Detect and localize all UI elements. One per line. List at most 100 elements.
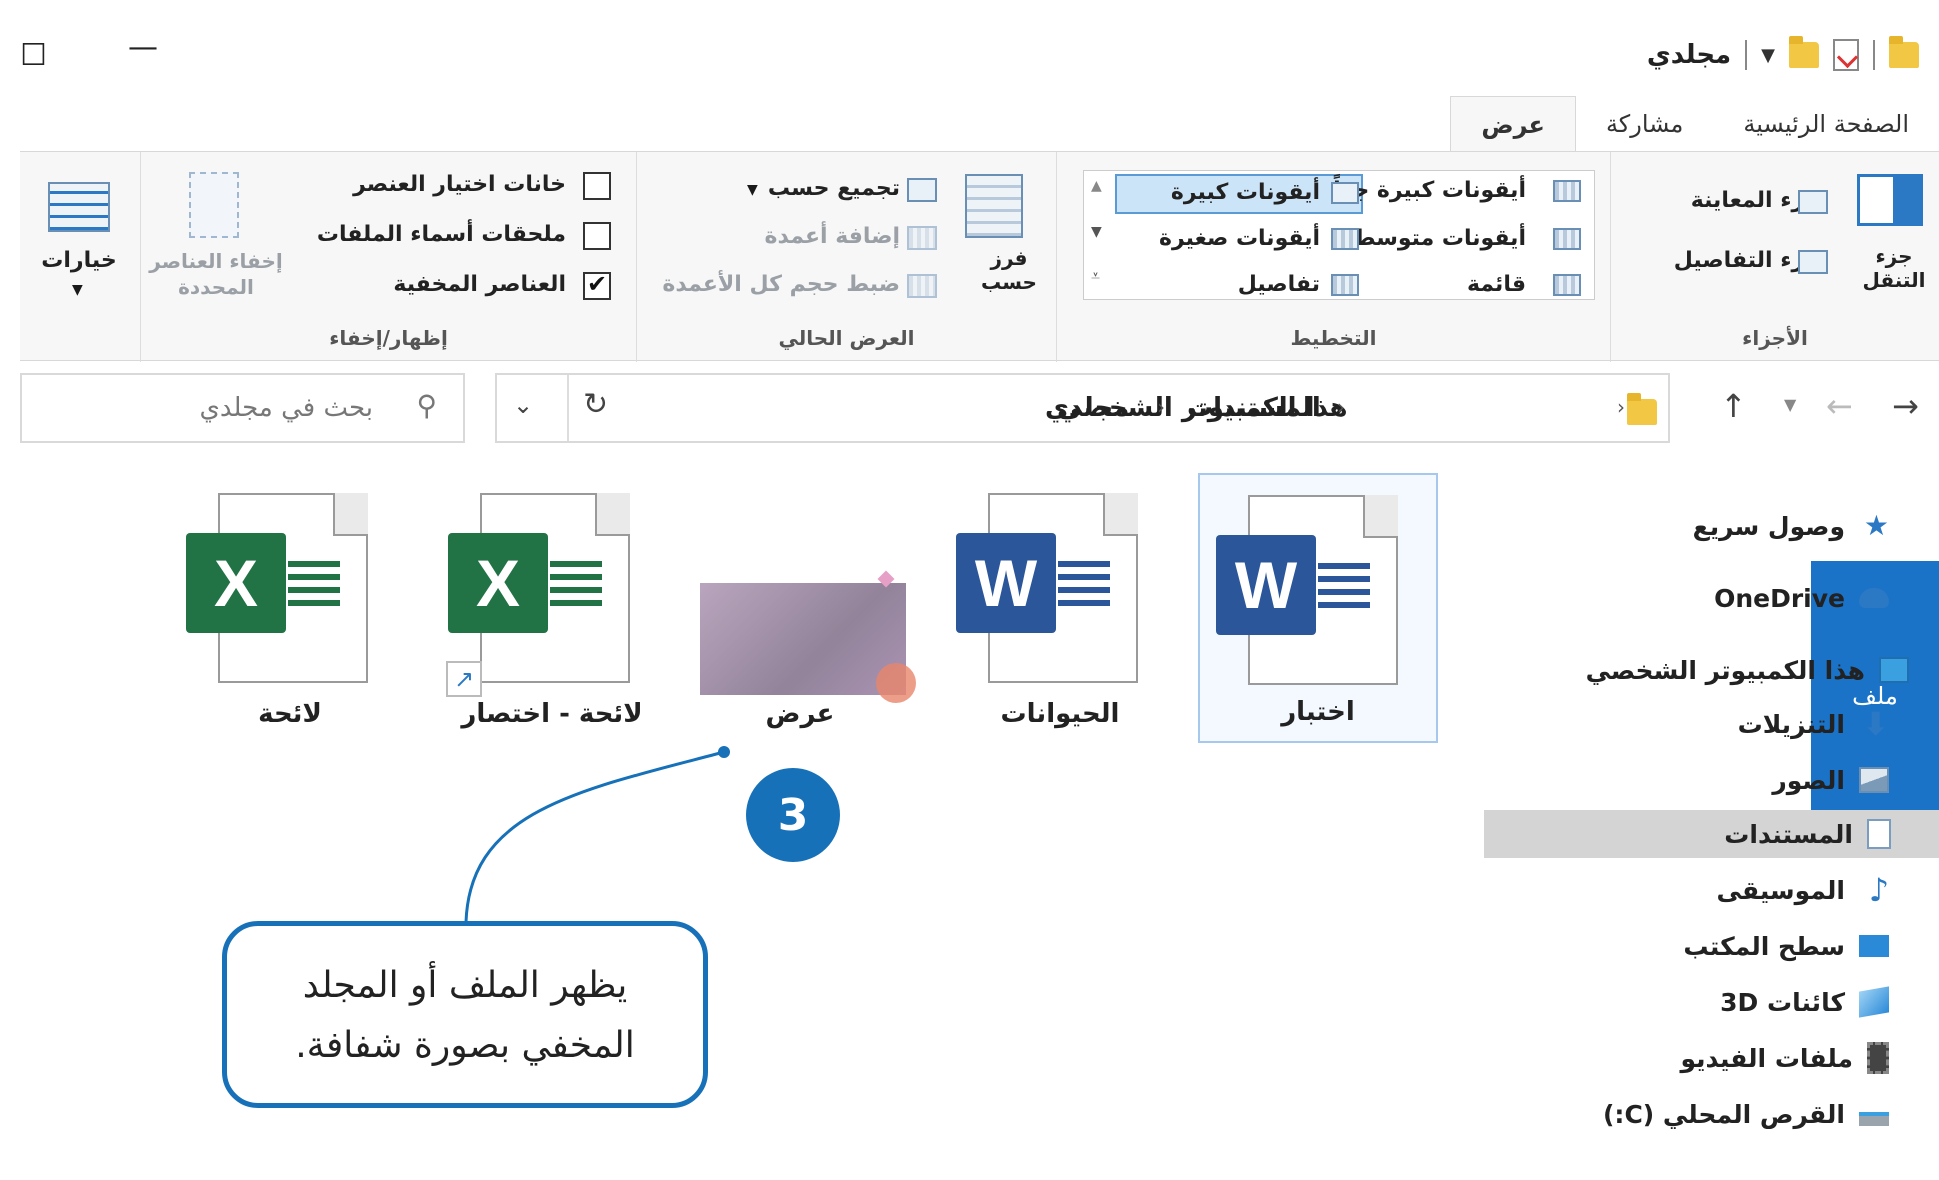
maximize-button[interactable]: ☐ bbox=[20, 38, 47, 73]
list-icon bbox=[1553, 274, 1581, 296]
gallery-scroll-down-icon[interactable]: ▼ bbox=[1091, 224, 1102, 240]
breadcrumb-documents[interactable]: المستندات bbox=[1187, 393, 1321, 423]
options-dropdown-icon[interactable]: ▼ bbox=[72, 282, 83, 298]
page-fold bbox=[1363, 495, 1398, 538]
file-item-animals[interactable]: W الحيوانات bbox=[940, 473, 1180, 743]
layout-group-label: التخطيط bbox=[1290, 326, 1377, 350]
navigation-pane-icon[interactable] bbox=[1857, 174, 1923, 226]
large-icons-option[interactable]: أيقونات كبيرة bbox=[1171, 180, 1320, 205]
list-option[interactable]: قائمة bbox=[1467, 272, 1526, 297]
breadcrumb-my-folder[interactable]: مجلدي bbox=[1045, 393, 1129, 423]
word-icon: W bbox=[956, 533, 1056, 633]
address-dropdown-icon[interactable]: ⌄ bbox=[513, 391, 533, 419]
group-by-button[interactable]: تجميع حسب bbox=[768, 176, 900, 201]
details-option[interactable]: تفاصيل bbox=[1238, 272, 1320, 297]
group-by-dropdown-icon[interactable]: ▼ bbox=[747, 182, 758, 198]
documents-icon bbox=[1867, 819, 1891, 849]
excel-lines-icon bbox=[288, 561, 340, 613]
breadcrumb-separator: › bbox=[1617, 395, 1625, 419]
navigation-pane: ★ وصول سريع OneDrive هذا الكمبيوتر الشخص… bbox=[1484, 478, 1939, 1178]
tab-share[interactable]: مشاركة bbox=[1576, 96, 1713, 152]
video-icon bbox=[1867, 1042, 1889, 1074]
word-lines-icon bbox=[1058, 561, 1110, 613]
ribbon-tabs: ملف الصفحة الرئيسية مشاركة عرض bbox=[1450, 96, 1939, 831]
group-by-icon bbox=[907, 178, 937, 202]
customize-toolbar-icon[interactable]: ▼ bbox=[1761, 45, 1775, 66]
file-name: الحيوانات bbox=[1000, 699, 1120, 729]
toolbar-separator bbox=[1873, 40, 1875, 70]
item-checkboxes-label: خانات اختيار العنصر bbox=[353, 172, 566, 197]
forward-icon[interactable]: ← bbox=[1826, 387, 1853, 425]
sidebar-item-quick-access[interactable]: ★ وصول سريع bbox=[1693, 502, 1889, 550]
sidebar-item-music[interactable]: ♪ الموسيقى bbox=[1717, 866, 1889, 914]
shortcut-arrow-icon: ↗ bbox=[446, 661, 482, 697]
extra-large-icons-option[interactable]: أيقونات كبيرة جداً bbox=[1333, 178, 1526, 203]
add-columns-button[interactable]: إضافة أعمدة bbox=[765, 224, 900, 249]
hide-selected-button[interactable]: إخفاء العناصر المحددة bbox=[149, 248, 283, 300]
sidebar-item-onedrive[interactable]: OneDrive bbox=[1714, 574, 1889, 622]
sidebar-item-local-disk[interactable]: القرص المحلي (C:) bbox=[1603, 1090, 1889, 1138]
sidebar-item-label: OneDrive bbox=[1714, 583, 1845, 613]
folder-app-icon bbox=[1889, 36, 1919, 68]
sort-by-button[interactable]: فرز حسب bbox=[970, 246, 1048, 294]
file-name: اختبار bbox=[1281, 697, 1355, 727]
options-group: خيارات ▼ bbox=[20, 152, 140, 362]
sidebar-item-pictures[interactable]: الصور bbox=[1772, 756, 1889, 804]
file-extensions-label: ملحقات أسماء الملفات bbox=[316, 222, 566, 247]
search-icon: ⚲ bbox=[416, 389, 437, 422]
tab-home[interactable]: الصفحة الرئيسية bbox=[1713, 96, 1939, 152]
size-columns-button[interactable]: ضبط حجم كل الأعمدة bbox=[662, 272, 900, 297]
desktop-icon bbox=[1859, 935, 1889, 957]
recent-locations-icon[interactable]: ▼ bbox=[1784, 395, 1796, 414]
properties-icon[interactable] bbox=[1833, 39, 1859, 71]
extra-large-icons-icon bbox=[1553, 180, 1581, 202]
file-name: لائحة - اختصار bbox=[461, 699, 643, 729]
search-input[interactable]: بحث في مجلدي bbox=[200, 393, 374, 423]
show-hide-group: خانات اختيار العنصر ملحقات أسماء الملفات… bbox=[140, 152, 636, 362]
tab-view[interactable]: عرض bbox=[1450, 96, 1576, 152]
file-item-list-shortcut[interactable]: X ↗ لائحة - اختصار bbox=[432, 473, 672, 743]
sort-by-icon[interactable] bbox=[965, 174, 1023, 238]
file-item-test[interactable]: W اختبار bbox=[1198, 473, 1438, 743]
options-button[interactable]: خيارات bbox=[20, 248, 138, 273]
medium-icons-option[interactable]: أيقونات متوسطة bbox=[1341, 226, 1526, 251]
title-bar: ☐ — مجلدي ▼ bbox=[20, 8, 1939, 104]
file-item-presentation-hidden[interactable]: عرض bbox=[680, 473, 920, 743]
sidebar-item-this-pc[interactable]: هذا الكمبيوتر الشخصي bbox=[1586, 646, 1909, 694]
back-icon[interactable]: → bbox=[1892, 387, 1919, 425]
3d-objects-icon bbox=[1859, 986, 1889, 1018]
quick-access-toolbar: مجلدي ▼ bbox=[1647, 30, 1919, 80]
item-checkboxes-checkbox[interactable] bbox=[583, 172, 611, 200]
download-icon: ⬇ bbox=[1862, 705, 1889, 743]
window-title: مجلدي bbox=[1646, 40, 1732, 70]
sidebar-item-downloads[interactable]: ⬇ التنزيلات bbox=[1738, 700, 1889, 748]
sidebar-item-desktop[interactable]: سطح المكتب bbox=[1683, 922, 1889, 970]
hide-selected-icon bbox=[189, 172, 239, 238]
medium-icons-icon bbox=[1553, 228, 1581, 250]
sidebar-item-label: الموسيقى bbox=[1716, 875, 1845, 905]
gallery-expand-icon[interactable]: ⩡ bbox=[1091, 266, 1100, 286]
current-view-group: فرز حسب تجميع حسب ▼ إضافة أعمدة ضبط حجم … bbox=[636, 152, 1056, 362]
hidden-items-checkbox[interactable] bbox=[583, 270, 611, 300]
file-item-list[interactable]: X لائحة bbox=[170, 473, 410, 743]
callout-line-1: يظهر الملف أو المجلد bbox=[302, 965, 628, 1006]
small-icons-option[interactable]: أيقونات صغيرة bbox=[1159, 226, 1320, 251]
gallery-scroll-up-icon[interactable]: ▲ bbox=[1091, 178, 1102, 194]
sidebar-item-videos[interactable]: ملفات الفيديو bbox=[1680, 1034, 1889, 1082]
refresh-icon[interactable]: ↻ bbox=[583, 387, 608, 422]
excel-icon: X bbox=[186, 533, 286, 633]
navigation-pane-button[interactable]: جزء التنقل bbox=[1859, 244, 1929, 292]
sidebar-item-label: هذا الكمبيوتر الشخصي bbox=[1585, 655, 1865, 685]
options-icon[interactable] bbox=[48, 182, 110, 232]
file-extensions-checkbox[interactable] bbox=[583, 222, 611, 250]
up-icon[interactable]: ↑ bbox=[1720, 387, 1747, 425]
details-icon bbox=[1331, 274, 1359, 296]
sidebar-item-documents[interactable]: المستندات bbox=[1484, 810, 1939, 858]
music-icon: ♪ bbox=[1868, 871, 1889, 909]
sidebar-item-3d-objects[interactable]: كائنات 3D bbox=[1720, 978, 1889, 1026]
new-folder-icon[interactable] bbox=[1789, 36, 1819, 68]
address-bar[interactable]: ⌄ ↻ هذا الكمبيوتر الشخصي › المستندات › م… bbox=[495, 373, 1670, 443]
panes-group: جزء التنقل جزء المعاينة جزء التفاصيل الأ… bbox=[1610, 152, 1939, 362]
minimize-button[interactable]: — bbox=[128, 30, 158, 65]
search-box[interactable]: ⚲ بحث في مجلدي bbox=[20, 373, 465, 443]
